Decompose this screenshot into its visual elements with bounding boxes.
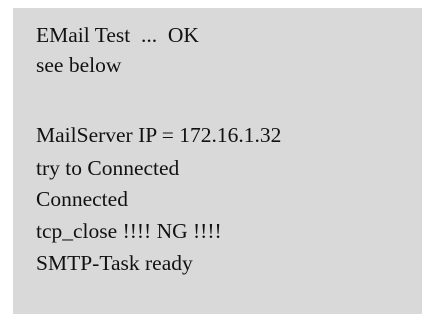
connect-attempt-line: try to Connected — [36, 156, 180, 180]
see-below-line: see below — [36, 53, 122, 77]
status-log-panel: EMail Test ... OK see below MailServer I… — [13, 8, 422, 314]
email-test-status-line: EMail Test ... OK — [36, 23, 199, 47]
tcp-close-error-line: tcp_close !!!! NG !!!! — [36, 219, 222, 243]
smtp-task-ready-line: SMTP-Task ready — [36, 251, 193, 275]
mailserver-ip-line: MailServer IP = 172.16.1.32 — [36, 123, 282, 147]
connected-line: Connected — [36, 187, 128, 211]
